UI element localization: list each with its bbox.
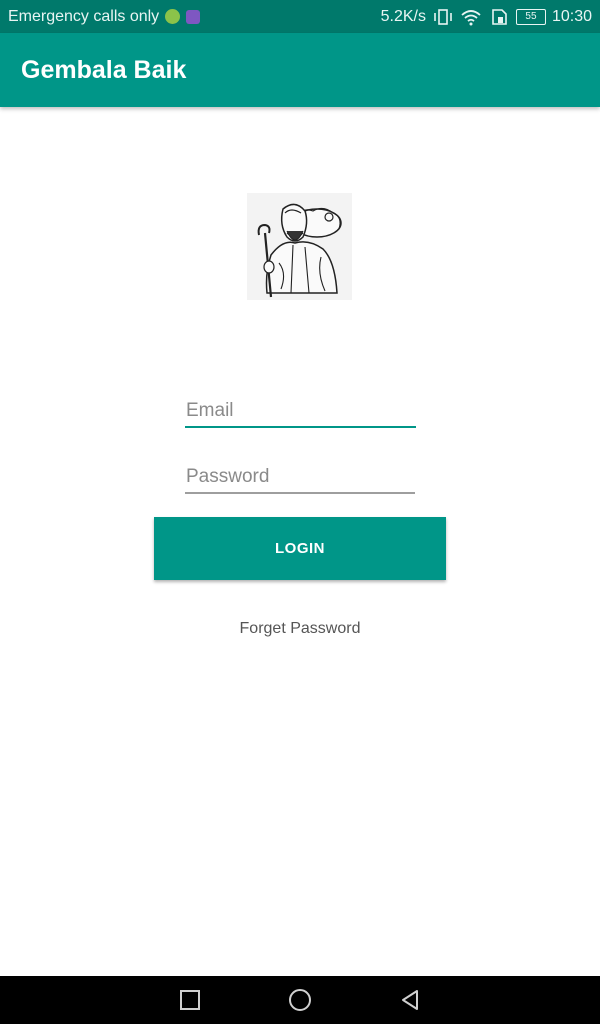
sim-icon <box>492 8 507 25</box>
network-speed: 5.2K/s <box>380 7 426 25</box>
shepherd-drawing <box>257 203 342 298</box>
notification-dot-icon <box>165 9 181 24</box>
status-bar: Emergency calls only 5.2K/s 55 10:30 <box>0 0 600 33</box>
login-button[interactable]: LOGIN <box>154 517 446 580</box>
forget-password-link[interactable]: Forget Password <box>0 620 600 638</box>
back-triangle-icon <box>402 990 418 1010</box>
password-input[interactable] <box>185 466 416 492</box>
app-bar: Gembala Baik <box>0 33 600 107</box>
home-circle-icon <box>289 989 311 1011</box>
password-field[interactable] <box>185 466 416 494</box>
home-button[interactable] <box>288 988 312 1012</box>
status-left: Emergency calls only <box>8 8 381 26</box>
recents-button[interactable] <box>178 988 202 1012</box>
app-title: Gembala Baik <box>21 55 187 84</box>
wifi-icon <box>461 9 481 25</box>
email-field[interactable] <box>185 400 417 428</box>
navigation-bar <box>0 976 600 1024</box>
battery-icon: 55 <box>515 8 546 25</box>
back-button[interactable] <box>398 988 422 1012</box>
email-input[interactable] <box>185 400 417 426</box>
shepherd-logo-image <box>247 193 352 300</box>
carrier-text: Emergency calls only <box>8 7 160 25</box>
vibrate-icon <box>434 8 452 25</box>
recents-square-icon <box>180 990 200 1010</box>
gallery-icon <box>186 9 201 24</box>
clock: 10:30 <box>551 7 592 25</box>
status-right: 5.2K/s 55 10:30 <box>381 8 592 26</box>
